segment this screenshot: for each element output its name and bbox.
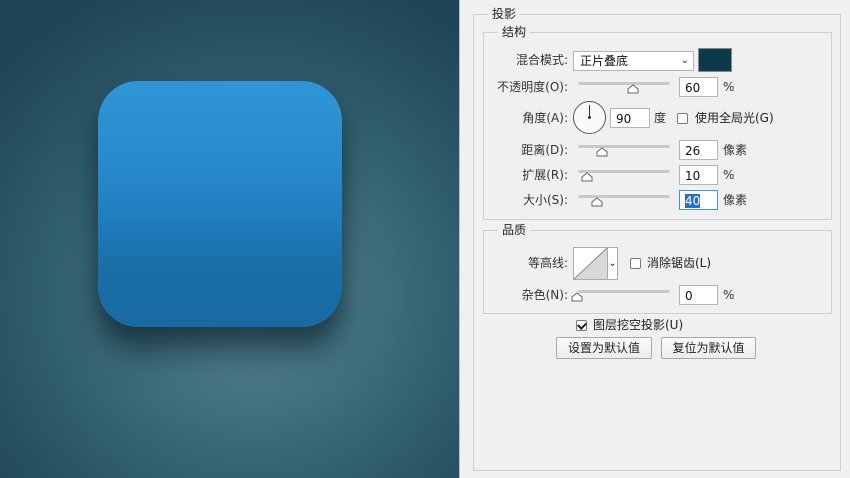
chevron-down-icon: ⌄	[680, 55, 689, 66]
distance-label: 距离(D):	[521, 143, 568, 157]
use-global-light-label[interactable]: 使用全局光(G)	[695, 111, 774, 125]
noise-input[interactable]: 0	[679, 285, 718, 305]
layer-knocks-out-checkbox[interactable]	[576, 320, 587, 331]
blend-mode-select[interactable]: 正片叠底 ⌄	[573, 51, 694, 71]
distance-slider-track[interactable]	[578, 145, 670, 148]
angle-label: 角度(A):	[522, 111, 568, 125]
angle-dial[interactable]	[573, 101, 606, 134]
spread-label: 扩展(R):	[522, 168, 568, 182]
size-unit: 像素	[723, 193, 748, 207]
size-label: 大小(S):	[522, 193, 568, 207]
size-slider-thumb[interactable]	[591, 197, 603, 207]
spread-unit: %	[723, 168, 735, 182]
angle-dial-center	[588, 116, 591, 119]
opacity-slider-thumb[interactable]	[627, 84, 639, 94]
noise-slider-track[interactable]	[578, 290, 670, 293]
contour-label: 等高线:	[527, 256, 568, 270]
rounded-square-icon-preview	[98, 81, 342, 327]
use-global-light-checkbox[interactable]	[677, 113, 688, 124]
anti-alias-checkbox[interactable]	[630, 258, 641, 269]
opacity-unit: %	[723, 80, 735, 94]
size-input[interactable]: 40	[679, 190, 718, 210]
blend-mode-label: 混合模式:	[515, 53, 568, 67]
spread-input[interactable]: 10	[679, 165, 718, 185]
angle-input[interactable]: 90	[610, 108, 650, 128]
spread-slider-thumb[interactable]	[581, 172, 593, 182]
shadow-color-swatch[interactable]	[698, 48, 732, 72]
contour-picker[interactable]	[573, 247, 608, 280]
reset-default-button[interactable]: 复位为默认值	[661, 337, 756, 359]
make-default-button[interactable]: 设置为默认值	[556, 337, 652, 359]
quality-title: 品质	[498, 223, 531, 237]
layer-knocks-out-label[interactable]: 图层挖空投影(U)	[593, 318, 683, 332]
noise-unit: %	[723, 288, 735, 302]
opacity-slider-track[interactable]	[578, 82, 670, 85]
drop-shadow-title: 投影	[488, 7, 521, 21]
canvas-preview	[0, 0, 459, 478]
opacity-label: 不透明度(O):	[497, 80, 568, 94]
distance-input[interactable]: 26	[679, 140, 718, 160]
blend-mode-value: 正片叠底	[580, 54, 629, 68]
size-input-selected-text: 40	[685, 194, 701, 208]
contour-curve-icon	[574, 248, 607, 279]
structure-title: 结构	[498, 25, 531, 39]
layer-style-panel: 投影 结构 混合模式: 正片叠底 ⌄ 不透明度(O): 60 % 角度(A): …	[460, 0, 850, 478]
distance-slider-thumb[interactable]	[596, 147, 608, 157]
noise-slider-thumb[interactable]	[571, 292, 583, 302]
noise-label: 杂色(N):	[521, 288, 568, 302]
contour-dropdown-chevron-down-icon[interactable]: ⌄	[608, 247, 618, 280]
distance-unit: 像素	[723, 143, 748, 157]
opacity-input[interactable]: 60	[679, 77, 718, 97]
angle-unit: 度	[654, 111, 667, 125]
anti-alias-label[interactable]: 消除锯齿(L)	[647, 256, 711, 270]
